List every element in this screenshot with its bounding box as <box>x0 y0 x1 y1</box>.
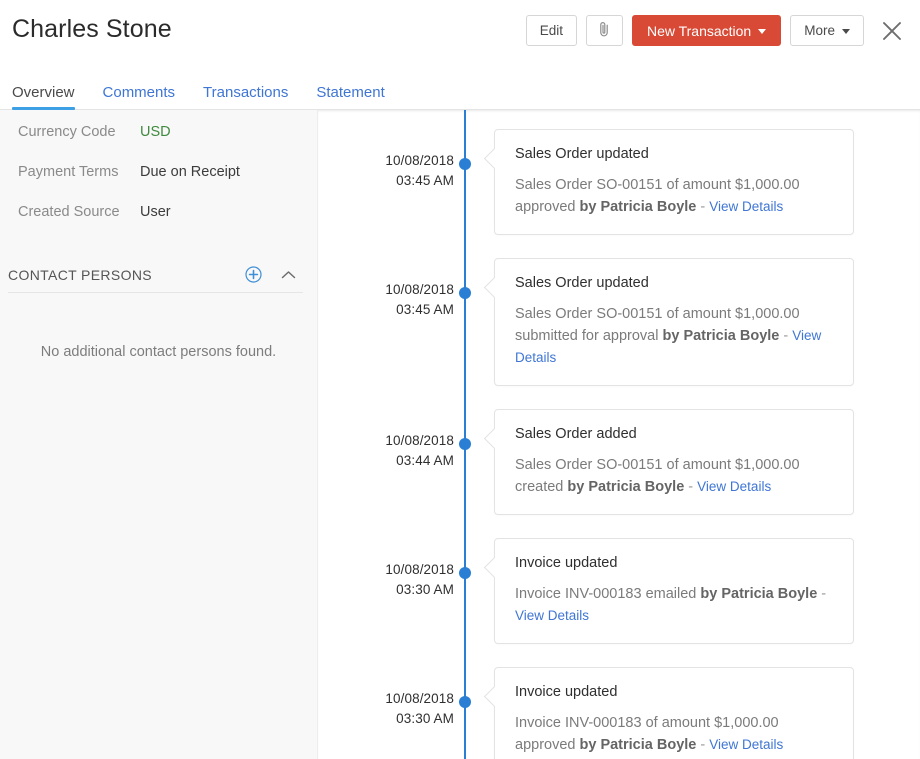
timeline-card-title: Sales Order updated <box>515 146 649 162</box>
more-button[interactable]: More <box>790 15 864 46</box>
detail-value-payment-terms: Due on Receipt <box>140 164 240 180</box>
timeline-time: 03:45 AM <box>396 302 454 317</box>
contact-persons-header: CONTACT PERSONS <box>8 266 303 293</box>
timeline-card: Sales Order added Sales Order SO-00151 o… <box>494 409 854 515</box>
tab-statement[interactable]: Statement <box>302 85 398 109</box>
tab-overview[interactable]: Overview <box>12 85 89 110</box>
timeline-card: Invoice updated Invoice INV-000183 email… <box>494 538 854 644</box>
detail-field-list: Currency Code USD Payment Terms Due on R… <box>0 110 317 223</box>
view-details-link[interactable]: View Details <box>709 199 783 214</box>
timeline-date: 10/08/2018 <box>385 153 454 168</box>
close-icon <box>881 20 903 42</box>
contact-detail-panel: Charles Stone Edit New Transaction More <box>0 0 920 759</box>
detail-value-created-source: User <box>140 204 171 220</box>
page-title: Charles Stone <box>12 15 172 43</box>
timeline-card-separator: - <box>684 479 698 495</box>
timeline-date: 10/08/2018 <box>385 691 454 706</box>
timeline-card: Sales Order updated Sales Order SO-00151… <box>494 129 854 235</box>
timeline-time: 03:30 AM <box>396 582 454 597</box>
activity-timeline: 10/08/2018 03:45 AM Sales Order updated … <box>318 110 920 759</box>
panel-body: Currency Code USD Payment Terms Due on R… <box>0 110 920 759</box>
timeline-dot-icon <box>459 287 471 299</box>
timeline-card-title: Sales Order updated <box>515 275 649 291</box>
timeline-card-body: Sales Order SO-00151 of amount $1,000.00… <box>515 454 835 498</box>
timeline-date: 10/08/2018 <box>385 562 454 577</box>
timeline-entry: 10/08/2018 03:45 AM Sales Order updated … <box>318 258 920 386</box>
timeline-card-actor: by Patricia Boyle <box>662 328 780 344</box>
timeline-card-title: Invoice updated <box>515 684 618 700</box>
timeline-card-separator: - <box>696 737 710 753</box>
edit-button[interactable]: Edit <box>525 15 577 46</box>
detail-value-currency-code: USD <box>140 124 171 140</box>
detail-label: Currency Code <box>18 124 116 140</box>
add-contact-person-button[interactable] <box>242 266 265 283</box>
timeline-card-separator: - <box>817 586 827 602</box>
view-details-link[interactable]: View Details <box>515 608 589 623</box>
timeline-timestamp: 10/08/2018 03:30 AM <box>318 667 454 729</box>
timeline-time: 03:45 AM <box>396 173 454 188</box>
timeline-timestamp: 10/08/2018 03:45 AM <box>318 258 454 320</box>
view-details-link[interactable]: View Details <box>697 479 771 494</box>
detail-row-currency-code: Currency Code USD <box>0 122 317 143</box>
timeline-entry: 10/08/2018 03:45 AM Sales Order updated … <box>318 129 920 235</box>
timeline-card-title: Invoice updated <box>515 555 618 571</box>
timeline-card-text: Invoice INV-000183 emailed <box>515 586 701 602</box>
timeline-card-body: Invoice INV-000183 of amount $1,000.00 a… <box>515 712 835 756</box>
timeline-date: 10/08/2018 <box>385 433 454 448</box>
timeline-card-body: Sales Order SO-00151 of amount $1,000.00… <box>515 303 835 369</box>
timeline-card: Sales Order updated Sales Order SO-00151… <box>494 258 854 386</box>
close-button[interactable] <box>873 18 907 44</box>
timeline-card: Invoice updated Invoice INV-000183 of am… <box>494 667 854 759</box>
timeline-card-body: Sales Order SO-00151 of amount $1,000.00… <box>515 174 835 218</box>
detail-row-payment-terms: Payment Terms Due on Receipt <box>0 162 317 183</box>
details-sidebar: Currency Code USD Payment Terms Due on R… <box>0 110 318 759</box>
detail-label: Payment Terms <box>18 164 119 180</box>
timeline-time: 03:44 AM <box>396 453 454 468</box>
tab-comments[interactable]: Comments <box>89 85 190 109</box>
plus-circle-icon <box>245 266 262 283</box>
view-details-link[interactable]: View Details <box>709 737 783 752</box>
collapse-contact-persons-button[interactable] <box>278 270 299 280</box>
timeline-dot-icon <box>459 158 471 170</box>
new-transaction-button[interactable]: New Transaction <box>631 15 782 46</box>
timeline-time: 03:30 AM <box>396 711 454 726</box>
new-transaction-label: New Transaction <box>646 22 752 39</box>
chevron-down-icon <box>842 29 850 34</box>
tab-transactions[interactable]: Transactions <box>189 85 302 109</box>
timeline-dot-icon <box>459 696 471 708</box>
panel-header: Charles Stone Edit New Transaction More <box>0 0 920 110</box>
chevron-down-icon <box>758 29 767 34</box>
timeline-card-actor: by Patricia Boyle <box>567 479 685 495</box>
timeline-timestamp: 10/08/2018 03:44 AM <box>318 409 454 471</box>
header-top-row: Charles Stone Edit New Transaction More <box>0 0 920 46</box>
timeline-entry: 10/08/2018 03:44 AM Sales Order added Sa… <box>318 409 920 515</box>
timeline-card-body: Invoice INV-000183 emailed by Patricia B… <box>515 583 835 627</box>
detail-label: Created Source <box>18 204 120 220</box>
chevron-up-icon <box>281 270 296 280</box>
timeline-card-actor: by Patricia Boyle <box>700 586 818 602</box>
more-label: More <box>804 22 835 38</box>
timeline-card-separator: - <box>696 199 710 215</box>
header-actions: Edit New Transaction More <box>525 13 920 46</box>
paperclip-icon <box>598 21 611 41</box>
timeline-card-title: Sales Order added <box>515 426 637 442</box>
contact-persons-title: CONTACT PERSONS <box>8 266 152 283</box>
timeline-card-actor: by Patricia Boyle <box>579 199 697 215</box>
timeline-dot-icon <box>459 567 471 579</box>
timeline-entry: 10/08/2018 03:30 AM Invoice updated Invo… <box>318 538 920 644</box>
tab-bar: Overview Comments Transactions Statement <box>0 73 920 110</box>
timeline-entry-list: 10/08/2018 03:45 AM Sales Order updated … <box>318 110 920 759</box>
timeline-timestamp: 10/08/2018 03:45 AM <box>318 129 454 191</box>
detail-row-created-source: Created Source User <box>0 202 317 223</box>
timeline-date: 10/08/2018 <box>385 282 454 297</box>
timeline-entry: 10/08/2018 03:30 AM Invoice updated Invo… <box>318 667 920 759</box>
attachment-button[interactable] <box>585 15 623 46</box>
contact-persons-empty-message: No additional contact persons found. <box>40 344 277 360</box>
timeline-card-actor: by Patricia Boyle <box>579 737 697 753</box>
timeline-dot-icon <box>459 438 471 450</box>
timeline-card-separator: - <box>779 328 793 344</box>
timeline-timestamp: 10/08/2018 03:30 AM <box>318 538 454 600</box>
